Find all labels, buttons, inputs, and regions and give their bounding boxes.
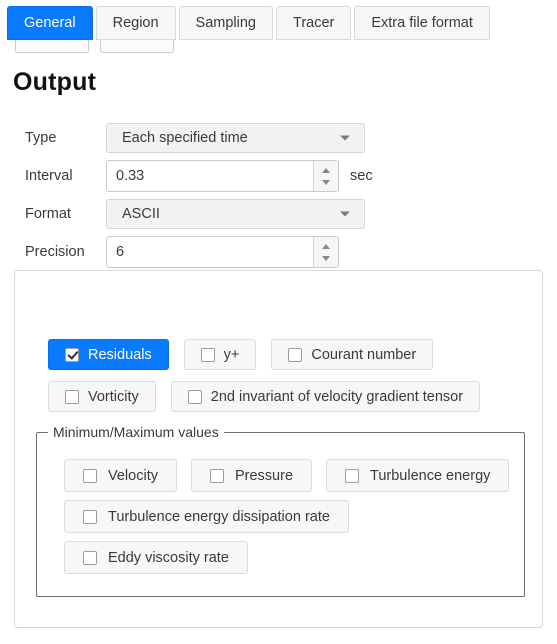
precision-spin-buttons[interactable] (313, 237, 338, 267)
checkbox-label: Eddy viscosity rate (108, 549, 229, 566)
output-form: Type Each specified time Interval sec Fo… (25, 120, 373, 272)
checkbox-unchecked-icon[interactable] (83, 550, 97, 565)
tab-region[interactable]: Region (95, 6, 176, 40)
checkbox-unchecked-icon[interactable] (83, 468, 97, 483)
checkbox-label: Residuals (88, 346, 152, 363)
checkbox-2nd-invariant-of-velocity-gradient-tensor[interactable]: 2nd invariant of velocity gradient tenso… (170, 381, 481, 412)
checkbox-label: y+ (223, 346, 240, 363)
type-select-value: Each specified time (122, 130, 248, 146)
interval-spin-buttons[interactable] (313, 161, 338, 191)
tab-label: Extra file format (371, 15, 473, 31)
format-select[interactable]: ASCII (106, 199, 365, 229)
chevron-down-icon (340, 135, 350, 141)
tab-sampling[interactable]: Sampling (178, 6, 273, 40)
tab-tracer[interactable]: Tracer (276, 6, 352, 40)
page-title: Output (13, 68, 97, 96)
interval-input[interactable] (107, 161, 313, 191)
interval-stepper[interactable] (106, 160, 339, 192)
spin-down-icon[interactable] (322, 179, 330, 185)
spin-up-icon[interactable] (322, 243, 330, 249)
form-row-format: Format ASCII (25, 196, 373, 232)
checkbox-unchecked-icon[interactable] (187, 389, 202, 404)
form-row-interval: Interval sec (25, 158, 373, 194)
checkbox-unchecked-icon[interactable] (65, 389, 79, 404)
checkbox-label: Courant number (311, 346, 417, 363)
tab-general[interactable]: General (7, 6, 93, 40)
checkbox-velocity[interactable]: Velocity (64, 459, 177, 492)
checkbox-pressure[interactable]: Pressure (190, 459, 313, 492)
checkbox-checked-icon[interactable] (65, 347, 79, 362)
tab-label: Sampling (195, 15, 256, 31)
type-select[interactable]: Each specified time (106, 123, 365, 153)
minmax-fieldset: Minimum/Maximum values Velocity Pressure T… (36, 424, 525, 597)
general-checkbox-row-1: Residuals y+ Courant number (48, 339, 434, 370)
checkbox-eddy-viscosity-rate[interactable]: Eddy viscosity rate (64, 541, 248, 574)
general-checkbox-row-2: Vorticity 2nd invariant of velocity gradi… (48, 381, 481, 412)
checkbox-label: Turbulence energy (370, 467, 491, 484)
checkbox-residuals[interactable]: Residuals (48, 339, 169, 370)
output-tabs: General Region Sampling Tracer Extra file fo… (7, 6, 490, 40)
checkbox-label: Pressure (234, 467, 294, 484)
interval-unit-label: sec (350, 168, 373, 184)
spin-down-icon[interactable] (322, 255, 330, 261)
checkbox-label: Turbulence energy dissipation rate (108, 508, 330, 525)
precision-stepper[interactable] (106, 236, 339, 268)
precision-input[interactable] (107, 237, 313, 267)
checkbox-y[interactable]: y+ (183, 339, 257, 370)
checkbox-unchecked-icon[interactable] (345, 468, 360, 483)
chevron-down-icon (340, 211, 350, 217)
checkbox-label: Vorticity (88, 388, 139, 405)
tab-label: General (24, 15, 76, 31)
format-label: Format (25, 206, 71, 222)
minmax-row-1: Velocity Pressure Turbulence energy (64, 459, 510, 492)
minmax-legend: Minimum/Maximum values (48, 424, 224, 440)
checkbox-unchecked-icon[interactable] (200, 347, 215, 362)
checkbox-vorticity[interactable]: Vorticity (48, 381, 156, 412)
checkbox-turbulence-energy[interactable]: Turbulence energy (326, 459, 510, 492)
precision-label: Precision (25, 244, 85, 260)
spin-up-icon[interactable] (322, 167, 330, 173)
tab-label: Tracer (293, 15, 335, 31)
interval-label: Interval (25, 168, 73, 184)
checkbox-turbulence-energy-dissipation-rate[interactable]: Turbulence energy dissipation rate (64, 500, 349, 533)
checkbox-unchecked-icon[interactable] (288, 347, 303, 362)
format-select-value: ASCII (122, 206, 160, 222)
checkbox-label: 2nd invariant of velocity gradient tenso… (210, 388, 464, 405)
checkbox-unchecked-icon[interactable] (83, 509, 97, 524)
tab-extra-file-format[interactable]: Extra file format (354, 6, 490, 40)
form-row-precision: Precision (25, 234, 373, 270)
checkbox-label: Velocity (108, 467, 158, 484)
minmax-row-3: Eddy viscosity rate (64, 541, 248, 574)
form-row-type: Type Each specified time (25, 120, 373, 156)
tab-label: Region (112, 15, 159, 31)
minmax-row-2: Turbulence energy dissipation rate (64, 500, 349, 533)
checkbox-courant-number[interactable]: Courant number (271, 339, 434, 370)
output-settings-page: Back Next Output Type Each specified tim… (0, 0, 557, 644)
type-label: Type (25, 130, 57, 146)
checkbox-unchecked-icon[interactable] (209, 468, 224, 483)
